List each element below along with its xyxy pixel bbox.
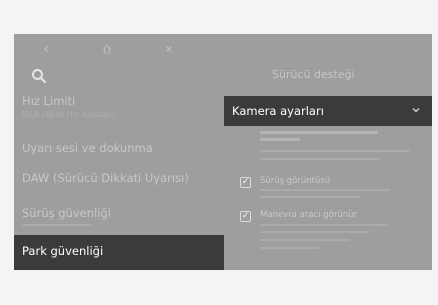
settings-screen: Hız Limiti ISLA (Akıllı Hız Asistanı) Uy… [14, 34, 432, 270]
menu-item-park-safety[interactable]: Park güvenliği [14, 235, 224, 270]
menu-item-label: DAW (Sürücü Dikkati Uyarısı) [22, 171, 189, 185]
home-icon[interactable] [102, 44, 112, 54]
option-label: Manevra aracı görünür [260, 210, 357, 220]
option-description-line [260, 247, 320, 249]
dropdown-label: Kamera ayarları [232, 104, 324, 118]
camera-settings-dropdown[interactable]: Kamera ayarları [224, 96, 432, 126]
menu-item-label: Park güvenliği [22, 244, 104, 258]
panel-description-line [260, 150, 410, 152]
back-icon[interactable] [42, 44, 52, 54]
panel-description-line [260, 158, 380, 160]
menu-item-warning-sound[interactable]: Uyarı sesi ve dokunma [14, 137, 224, 163]
panel-title: Sürücü desteği [272, 68, 355, 81]
top-icon-bar [14, 34, 224, 64]
menu-item-label: Uyarı sesi ve dokunma [22, 141, 153, 155]
check-icon[interactable]: ✓ [240, 177, 251, 188]
option-label: Sürüş görüntüsü [260, 176, 331, 186]
check-icon[interactable]: ✓ [240, 211, 251, 222]
menu-item-driving-safety[interactable]: Sürüş güvenliği [14, 202, 224, 232]
menu-item-daw[interactable]: DAW (Sürücü Dikkati Uyarısı) [14, 167, 224, 193]
menu-item-sublabel: ISLA (Akıllı Hız Asistanı) [22, 110, 117, 119]
menu-item-speed-limit[interactable]: Hız Limiti ISLA (Akıllı Hız Asistanı) [14, 92, 224, 124]
panel-description-line [260, 138, 300, 141]
menu-item-label: Hız Limiti [22, 94, 76, 108]
menu-item-sublabel-placeholder [22, 224, 92, 226]
option-description-line [260, 231, 370, 233]
panel-description-line [260, 131, 378, 134]
option-description-line [260, 239, 350, 241]
option-description-line [260, 224, 388, 226]
close-icon[interactable] [164, 44, 174, 54]
option-description-line [260, 189, 390, 191]
option-description-line [260, 196, 360, 198]
chevron-down-icon [412, 106, 420, 116]
menu-item-label: Sürüş güvenliği [22, 206, 111, 220]
search-icon[interactable] [31, 68, 47, 84]
